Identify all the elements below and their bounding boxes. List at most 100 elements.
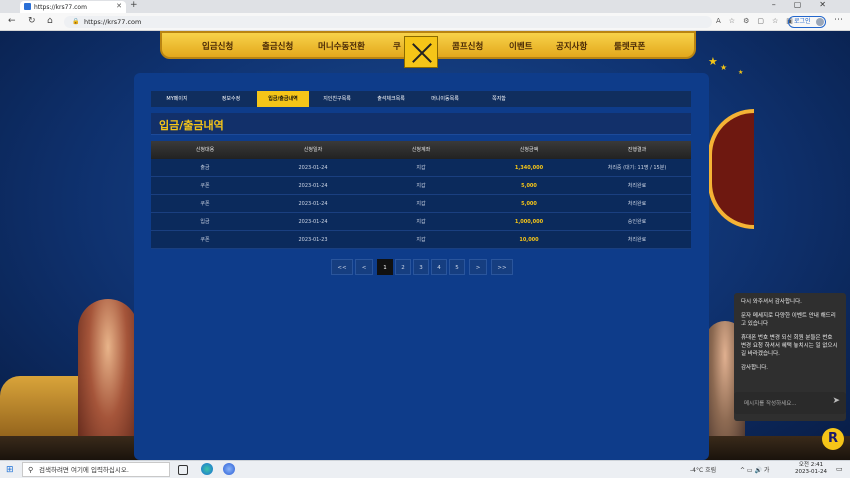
weather-status[interactable]: -4°C 흐림 — [690, 465, 716, 474]
notification-icon[interactable]: ▭ — [836, 465, 843, 473]
tab-attendance[interactable]: 출석체크목록 — [363, 91, 419, 107]
site-favicon-icon — [24, 3, 31, 10]
chat-input[interactable]: 메시지를 작성하세요... ➤ — [734, 392, 846, 414]
table-row: 쿠폰 2023-01-24 지갑 5,000 처리완료 — [151, 177, 691, 195]
cell-result: 처리완료 — [627, 237, 647, 243]
header-amount: 신청금액 — [519, 147, 539, 153]
cell-account: 지갑 — [416, 219, 426, 225]
cell-type: 쿠폰 — [200, 201, 210, 207]
cell-type: 쿠폰 — [200, 237, 210, 243]
table-header: 신청대용 신청일자 신청계좌 신청금액 진행결과 — [151, 141, 691, 159]
back-icon[interactable]: ← — [8, 16, 16, 26]
page-prev-button[interactable]: < — [355, 259, 373, 275]
lock-icon: 🔒 — [72, 18, 80, 25]
nav-comp[interactable]: 콤프신청 — [452, 40, 483, 52]
cell-amount: 5,000 — [521, 183, 537, 189]
tab-deposit-history[interactable]: 입금/출금내역 — [257, 91, 309, 107]
login-label: 로그인 — [794, 18, 811, 25]
chat-message: 감사합니다. — [741, 365, 769, 371]
address-bar[interactable]: 🔒 https://krs77.com — [64, 16, 712, 28]
star-icon: ★ — [738, 69, 744, 76]
tab-messages[interactable]: 쪽지함 — [471, 91, 527, 107]
cell-type: 출금 — [200, 165, 210, 171]
taskbar-search[interactable]: ⚲ 검색하려면 여기에 입력하십시오. — [22, 462, 170, 477]
page-1-button[interactable]: 1 — [377, 259, 393, 275]
page-5-button[interactable]: 5 — [449, 259, 465, 275]
cell-amount: 1,000,000 — [514, 219, 544, 225]
url-text: https://krs77.com — [84, 18, 142, 26]
home-icon[interactable]: ⌂ — [47, 16, 53, 26]
header-date: 신청일자 — [303, 147, 323, 153]
avatar-icon — [816, 18, 824, 26]
character-left-decoration — [78, 299, 138, 459]
nav-withdraw[interactable]: 출금신청 — [262, 40, 293, 52]
tab-mypage[interactable]: MY페이지 — [151, 91, 203, 107]
taskbar-clock[interactable]: 오전 2:41 2023-01-24 — [794, 462, 828, 476]
chat-message: 문자 메세지로 다양한 이벤트 안내 해드리고 있습니다 — [741, 313, 836, 327]
cell-amount: 5,000 — [521, 201, 537, 207]
cell-date: 2023-01-24 — [298, 165, 328, 171]
nav-roulette-coupon[interactable]: 룰렛쿠폰 — [614, 40, 645, 52]
close-tab-icon[interactable]: ✕ — [116, 2, 122, 10]
nav-notice[interactable]: 공지사항 — [556, 40, 587, 52]
refresh-icon[interactable]: ↻ — [28, 16, 36, 26]
nav-event[interactable]: 이벤트 — [509, 40, 532, 52]
send-icon[interactable]: ➤ — [832, 396, 840, 406]
history-table: 신청대용 신청일자 신청계좌 신청금액 진행결과 출금 2023-01-24 지… — [151, 141, 691, 249]
windows-taskbar: ⊞ ⚲ 검색하려면 여기에 입력하십시오. -4°C 흐림 ^ ▭ 🔊 가 오전… — [0, 460, 850, 478]
profile-login-button[interactable]: 로그인 — [788, 16, 826, 28]
page-3-button[interactable]: 3 — [413, 259, 429, 275]
cell-result: 처리중 (대기: 11명 / 15분) — [607, 165, 667, 171]
star-icon: ★ — [720, 63, 728, 72]
table-row: 출금 2023-01-24 지갑 1,340,000 처리중 (대기: 11명 … — [151, 159, 691, 177]
cell-date: 2023-01-24 — [298, 183, 328, 189]
star-icon: ★ — [708, 55, 718, 68]
header-result: 진행결과 — [627, 147, 647, 153]
more-menu-icon[interactable]: ⋯ — [834, 15, 843, 25]
cell-account: 지갑 — [416, 201, 426, 207]
page-next-button[interactable]: > — [469, 259, 487, 275]
table-row: 입금 2023-01-24 지갑 1,000,000 승인완료 — [151, 213, 691, 231]
cell-amount: 10,000 — [519, 237, 539, 243]
tray-icons[interactable]: ^ ▭ 🔊 가 — [740, 465, 769, 474]
chat-message: 휴대폰 번호 변경 되신 회원 분들은 번호 변경 요청 하셔서 혜택 놓치시는… — [741, 335, 838, 357]
browser-tab[interactable]: https://krs77.com ✕ — [20, 1, 126, 13]
page-last-button[interactable]: >> — [491, 259, 513, 275]
browser-toolbar: ← ↻ ⌂ 🔒 https://krs77.com A☆⚙▢☆▣ 로그인 ⋯ — [0, 13, 850, 31]
header-account: 신청계좌 — [411, 147, 431, 153]
page-first-button[interactable]: << — [331, 259, 353, 275]
task-view-icon[interactable] — [178, 465, 188, 475]
search-icon: ⚲ — [28, 466, 34, 474]
tab-money-move[interactable]: 머니이동목록 — [417, 91, 473, 107]
new-tab-icon[interactable]: + — [130, 0, 138, 10]
cell-date: 2023-01-24 — [298, 201, 328, 207]
cell-account: 지갑 — [416, 183, 426, 189]
cell-date: 2023-01-24 — [298, 219, 328, 225]
chrome-icon[interactable] — [223, 463, 235, 475]
mypage-tabs: MY페이지 정보수정 입금/출금내역 지인친구목록 출석체크목록 머니이동목록 … — [151, 91, 691, 107]
nav-deposit[interactable]: 입금신청 — [202, 40, 233, 52]
cell-type: 쿠폰 — [200, 183, 210, 189]
nav-money-transfer[interactable]: 머니수동전환 — [318, 40, 365, 52]
cell-type: 입금 — [200, 219, 210, 225]
chat-message: 다시 와주셔서 감사합니다. — [741, 299, 802, 305]
edge-icon[interactable] — [201, 463, 213, 475]
close-menu-button[interactable] — [404, 36, 438, 68]
windows-start-icon[interactable]: ⊞ — [6, 465, 14, 475]
page-4-button[interactable]: 4 — [431, 259, 447, 275]
table-row: 쿠폰 2023-01-24 지갑 5,000 처리완료 — [151, 195, 691, 213]
cell-account: 지갑 — [416, 165, 426, 171]
window-controls[interactable]: –▢✕ — [772, 0, 844, 9]
cell-result: 처리완료 — [627, 201, 647, 207]
taskbar-search-placeholder: 검색하려면 여기에 입력하십시오. — [39, 466, 129, 474]
nav-coupon[interactable]: 쿠 — [393, 40, 401, 52]
r-logo-icon[interactable]: R — [822, 428, 844, 450]
section-header: 입금/출금내역 — [151, 113, 691, 135]
tab-title: https://krs77.com — [34, 3, 87, 11]
tab-friends[interactable]: 지인친구목록 — [311, 91, 363, 107]
tab-edit-info[interactable]: 정보수정 — [205, 91, 257, 107]
browser-tab-bar: https://krs77.com ✕ + –▢✕ — [0, 0, 850, 13]
clock-date: 2023-01-24 — [795, 469, 827, 475]
section-title: 입금/출금내역 — [159, 119, 224, 132]
page-2-button[interactable]: 2 — [395, 259, 411, 275]
